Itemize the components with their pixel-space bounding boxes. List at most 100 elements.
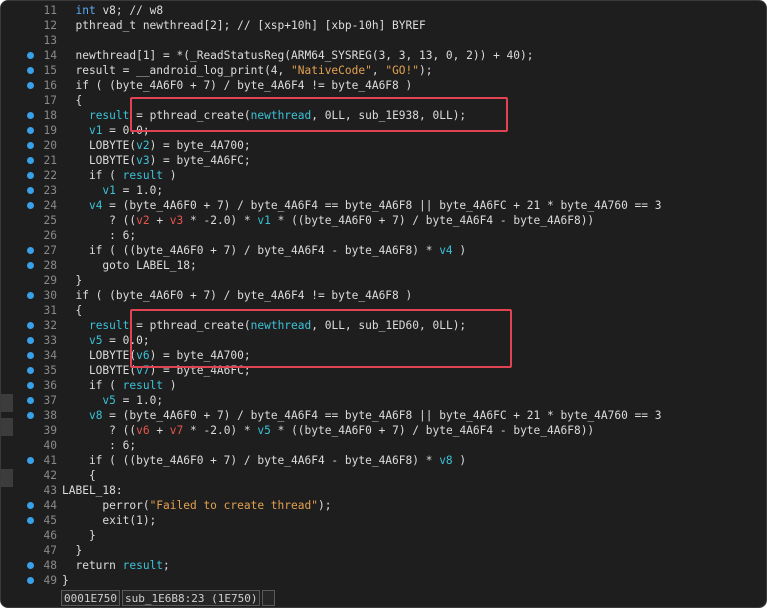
- code-line[interactable]: 43 LABEL_18:: [1, 483, 766, 498]
- breakpoint-dot-icon[interactable]: [27, 52, 34, 59]
- code-line[interactable]: 22 if ( result ): [1, 168, 766, 183]
- code-text[interactable]: if ( (byte_4A6F0 + 7) / byte_4A6F4 != by…: [62, 288, 412, 303]
- code-text[interactable]: }: [62, 543, 82, 558]
- code-line[interactable]: 41 if ( ((byte_4A6F0 + 7) / byte_4A6F4 -…: [1, 453, 766, 468]
- code-line[interactable]: 40 : 6;: [1, 438, 766, 453]
- code-line[interactable]: 21 LOBYTE(v3) = byte_4A6FC;: [1, 153, 766, 168]
- breakpoint-dot-icon[interactable]: [27, 172, 34, 179]
- code-text[interactable]: goto LABEL_18;: [62, 258, 196, 273]
- breakpoint-dot-icon[interactable]: [27, 322, 34, 329]
- code-text[interactable]: result = __android_log_print(4, "NativeC…: [62, 63, 432, 78]
- code-token: * -2.0) *: [183, 424, 258, 437]
- code-text[interactable]: ? ((v2 + v3 * -2.0) * v1 * ((byte_4A6F0 …: [62, 213, 594, 228]
- code-line[interactable]: 23 v1 = 1.0;: [1, 183, 766, 198]
- code-line[interactable]: 29 }: [1, 273, 766, 288]
- code-token: : 6;: [62, 439, 137, 452]
- code-line[interactable]: 24 v4 = (byte_4A6F0 + 7) / byte_4A6F4 ==…: [1, 198, 766, 213]
- code-line[interactable]: 15 result = __android_log_print(4, "Nati…: [1, 63, 766, 78]
- code-text[interactable]: newthread[1] = *(_ReadStatusReg(ARM64_SY…: [62, 48, 533, 63]
- breakpoint-dot-icon[interactable]: [27, 262, 34, 269]
- code-token: int: [75, 4, 96, 17]
- breakpoint-dot-icon[interactable]: [27, 292, 34, 299]
- code-line[interactable]: 36 if ( result ): [1, 378, 766, 393]
- breakpoint-dot-icon[interactable]: [27, 517, 34, 524]
- breakpoint-dot-icon[interactable]: [27, 412, 34, 419]
- code-text[interactable]: {: [62, 468, 96, 483]
- code-line[interactable]: 46 }: [1, 528, 766, 543]
- code-token: = 1.0;: [115, 394, 164, 407]
- code-text[interactable]: {: [62, 93, 82, 108]
- breakpoint-dot-icon[interactable]: [27, 67, 34, 74]
- breakpoint-dot-icon[interactable]: [27, 352, 34, 359]
- code-text[interactable]: : 6;: [62, 438, 136, 453]
- code-text[interactable]: }: [62, 573, 69, 588]
- code-text[interactable]: LOBYTE(v2) = byte_4A700;: [62, 138, 251, 153]
- code-text[interactable]: if ( (byte_4A6F0 + 7) / byte_4A6F4 != by…: [62, 78, 412, 93]
- breakpoint-dot-icon[interactable]: [27, 187, 34, 194]
- line-number: 23: [43, 184, 57, 197]
- code-text[interactable]: LABEL_18:: [62, 483, 123, 498]
- breakpoint-dot-icon[interactable]: [27, 202, 34, 209]
- code-line[interactable]: 45 exit(1);: [1, 513, 766, 528]
- code-line[interactable]: 13: [1, 33, 766, 48]
- breakpoint-dot-icon[interactable]: [27, 382, 34, 389]
- code-line[interactable]: 26 : 6;: [1, 228, 766, 243]
- code-text[interactable]: {: [62, 303, 82, 318]
- breakpoint-dot-icon[interactable]: [27, 247, 34, 254]
- status-location[interactable]: sub_1E6B8:23 (1E750): [121, 590, 261, 606]
- code-text[interactable]: return result;: [62, 558, 169, 573]
- code-text[interactable]: v4 = (byte_4A6F0 + 7) / byte_4A6F4 == by…: [62, 198, 662, 213]
- code-text[interactable]: if ( ((byte_4A6F0 + 7) / byte_4A6F4 - by…: [62, 243, 466, 258]
- code-line[interactable]: 16 if ( (byte_4A6F0 + 7) / byte_4A6F4 !=…: [1, 78, 766, 93]
- code-line[interactable]: 44 perror("Failed to create thread");: [1, 498, 766, 513]
- code-line[interactable]: 11 int v8; // w8: [1, 3, 766, 18]
- code-text[interactable]: exit(1);: [62, 513, 156, 528]
- breakpoint-dot-icon[interactable]: [27, 82, 34, 89]
- breakpoint-dot-icon[interactable]: [27, 337, 34, 344]
- breakpoint-dot-icon[interactable]: [27, 142, 34, 149]
- code-text[interactable]: if ( result ): [62, 378, 177, 393]
- breakpoint-dot-icon[interactable]: [27, 127, 34, 134]
- code-text[interactable]: : 6;: [62, 228, 136, 243]
- code-line[interactable]: 12 pthread_t newthread[2]; // [xsp+10h] …: [1, 18, 766, 33]
- code-text[interactable]: }: [62, 273, 82, 288]
- line-number: 20: [43, 139, 57, 152]
- code-line[interactable]: 49}: [1, 573, 766, 588]
- code-line[interactable]: 30 if ( (byte_4A6F0 + 7) / byte_4A6F4 !=…: [1, 288, 766, 303]
- code-line[interactable]: 48 return result;: [1, 558, 766, 573]
- code-line[interactable]: 38 v8 = (byte_4A6F0 + 7) / byte_4A6F4 ==…: [1, 408, 766, 423]
- breakpoint-dot-icon[interactable]: [27, 562, 34, 569]
- code-text[interactable]: LOBYTE(v3) = byte_4A6FC;: [62, 153, 251, 168]
- code-line[interactable]: 37 v5 = 1.0;: [1, 393, 766, 408]
- code-text[interactable]: v5 = 1.0;: [62, 393, 163, 408]
- code-text[interactable]: perror("Failed to create thread");: [62, 498, 331, 513]
- code-text[interactable]: }: [62, 528, 96, 543]
- code-text[interactable]: if ( result ): [62, 168, 177, 183]
- breakpoint-dot-icon[interactable]: [27, 577, 34, 584]
- code-line[interactable]: 28 goto LABEL_18;: [1, 258, 766, 273]
- code-token: LOBYTE(: [62, 349, 137, 362]
- code-line[interactable]: 39 ? ((v6 + v7 * -2.0) * v5 * ((byte_4A6…: [1, 423, 766, 438]
- code-line[interactable]: 42 {: [1, 468, 766, 483]
- code-text[interactable]: ? ((v6 + v7 * -2.0) * v5 * ((byte_4A6F0 …: [62, 423, 594, 438]
- code-text[interactable]: v8 = (byte_4A6F0 + 7) / byte_4A6F4 == by…: [62, 408, 662, 423]
- code-line[interactable]: 20 LOBYTE(v2) = byte_4A700;: [1, 138, 766, 153]
- breakpoint-dot-icon[interactable]: [27, 157, 34, 164]
- breakpoint-dot-icon[interactable]: [27, 457, 34, 464]
- breakpoint-dot-icon[interactable]: [27, 367, 34, 374]
- code-line[interactable]: 27 if ( ((byte_4A6F0 + 7) / byte_4A6F4 -…: [1, 243, 766, 258]
- code-line[interactable]: 47 }: [1, 543, 766, 558]
- code-token: result: [122, 169, 164, 182]
- code-line[interactable]: 25 ? ((v2 + v3 * -2.0) * v1 * ((byte_4A6…: [1, 213, 766, 228]
- code-text[interactable]: int v8; // w8: [62, 3, 163, 18]
- status-address[interactable]: 0001E750: [61, 590, 120, 606]
- code-text[interactable]: if ( ((byte_4A6F0 + 7) / byte_4A6F4 - by…: [62, 453, 466, 468]
- breakpoint-dot-icon[interactable]: [27, 502, 34, 509]
- code-token: }: [62, 274, 83, 287]
- code-text[interactable]: v1 = 1.0;: [62, 183, 163, 198]
- breakpoint-dot-icon[interactable]: [27, 112, 34, 119]
- code-line[interactable]: 14 newthread[1] = *(_ReadStatusReg(ARM64…: [1, 48, 766, 63]
- breakpoint-dot-icon[interactable]: [27, 397, 34, 404]
- code-text[interactable]: pthread_t newthread[2]; // [xsp+10h] [xb…: [62, 18, 425, 33]
